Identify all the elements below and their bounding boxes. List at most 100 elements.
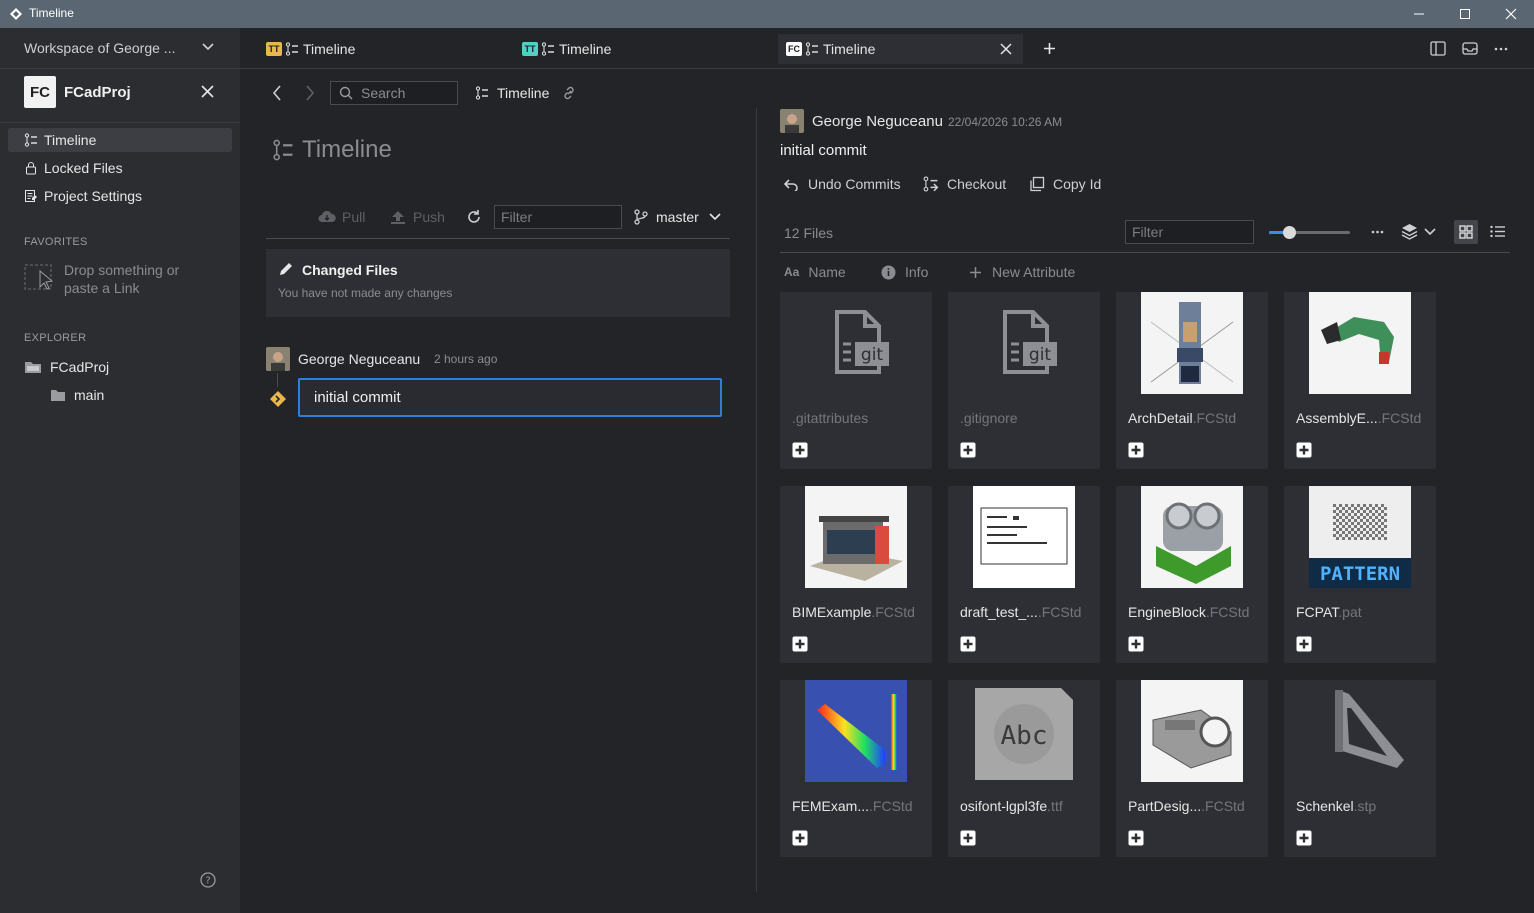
- file-card[interactable]: draft_test_....FCStd: [948, 486, 1100, 663]
- column-name[interactable]: Aa Name: [784, 264, 846, 280]
- file-extension: .gitignore: [960, 410, 1018, 426]
- explorer-item-main[interactable]: main: [50, 387, 104, 403]
- refresh-icon[interactable]: [466, 209, 482, 225]
- file-basename: BIMExample: [792, 604, 872, 620]
- commit-item-selected[interactable]: initial commit: [298, 378, 722, 417]
- file-filter-input[interactable]: Filter: [1125, 220, 1254, 244]
- workspace-selector[interactable]: Workspace of George ...: [24, 40, 175, 56]
- chevron-down-icon[interactable]: [202, 43, 214, 51]
- git-file-icon: git: [973, 292, 1075, 394]
- breadcrumb: Timeline: [475, 85, 577, 101]
- sidebar-item-locked-files[interactable]: Locked Files: [8, 156, 232, 180]
- tab-timeline-2[interactable]: TT Timeline: [522, 34, 772, 64]
- checkout-icon: [922, 176, 939, 192]
- file-basename: Schenkel: [1296, 798, 1354, 814]
- added-plus-icon: [1296, 830, 1312, 846]
- fem-thumbnail: [805, 680, 907, 782]
- forward-icon[interactable]: [305, 85, 315, 101]
- chevron-down-icon: [1424, 227, 1436, 236]
- file-card[interactable]: BIMExample.FCStd: [780, 486, 932, 663]
- changed-files-title: Changed Files: [302, 262, 398, 278]
- grid-view-icon[interactable]: [1454, 220, 1478, 244]
- file-extension: .gitattributes: [792, 410, 869, 426]
- file-basename: AssemblyE...: [1296, 410, 1378, 426]
- tab-label: Timeline: [303, 41, 356, 57]
- file-card[interactable]: Schenkel.stp: [1284, 680, 1436, 857]
- project-name[interactable]: FCadProj: [64, 84, 131, 101]
- pull-button[interactable]: Pull: [318, 209, 365, 225]
- file-card[interactable]: git .gitignore: [948, 292, 1100, 469]
- timeline-icon: [541, 42, 555, 56]
- file-card[interactable]: git .gitattributes: [780, 292, 932, 469]
- favorites-heading: FAVORITES: [24, 236, 88, 248]
- search-input[interactable]: Search: [330, 81, 458, 105]
- file-card[interactable]: PartDesig....FCStd: [1116, 680, 1268, 857]
- timeline-filter-input[interactable]: Filter: [494, 205, 622, 229]
- file-basename: FEMExam...: [792, 798, 870, 814]
- file-extension: .ttf: [1047, 798, 1063, 814]
- drop-hint[interactable]: Drop something or paste a Link: [64, 261, 214, 297]
- pencil-icon: [278, 261, 294, 277]
- back-icon[interactable]: [272, 85, 282, 101]
- maximize-button[interactable]: [1442, 0, 1488, 28]
- more-icon[interactable]: [1494, 47, 1508, 51]
- split-view-icon[interactable]: [1430, 41, 1446, 56]
- timeline-icon: [24, 132, 40, 148]
- upload-icon: [389, 210, 407, 224]
- file-card[interactable]: PATTERN FCPAT.pat: [1284, 486, 1436, 663]
- minimize-button[interactable]: [1396, 0, 1442, 28]
- svg-text:git: git: [861, 345, 884, 365]
- layers-dropdown[interactable]: [1401, 223, 1436, 240]
- new-attribute-button[interactable]: New Attribute: [969, 264, 1075, 280]
- file-card[interactable]: Abc osifont-lgpl3fe.ttf: [948, 680, 1100, 857]
- file-name: EngineBlock.FCStd: [1128, 604, 1249, 620]
- added-plus-icon: [1296, 442, 1312, 458]
- sidebar-item-label: Project Settings: [44, 188, 143, 204]
- detail-author: George Neguceanu: [812, 113, 943, 130]
- commit-author: George Neguceanu: [298, 351, 421, 367]
- zoom-slider-thumb[interactable]: [1283, 226, 1297, 239]
- timeline-icon: [475, 86, 489, 100]
- help-icon[interactable]: ?: [200, 872, 216, 888]
- added-plus-icon: [1128, 636, 1144, 652]
- pane-divider[interactable]: [756, 108, 757, 892]
- file-basename: FCPAT: [1296, 604, 1339, 620]
- file-card[interactable]: AssemblyE....FCStd: [1284, 292, 1436, 469]
- sidebar-item-timeline[interactable]: Timeline: [8, 128, 232, 152]
- sidebar-item-label: Timeline: [44, 132, 97, 148]
- commit-time: 2 hours ago: [434, 352, 498, 366]
- link-icon[interactable]: [561, 85, 577, 101]
- file-card[interactable]: EngineBlock.FCStd: [1116, 486, 1268, 663]
- file-name: draft_test_....FCStd: [960, 604, 1081, 620]
- undo-commits-button[interactable]: Undo Commits: [784, 176, 901, 192]
- file-extension: .FCStd: [1037, 604, 1082, 620]
- tab-timeline-3[interactable]: FC Timeline: [778, 34, 1023, 64]
- push-button[interactable]: Push: [389, 209, 445, 225]
- explorer-item-fcadproj[interactable]: FCadProj: [24, 359, 109, 375]
- list-view-icon[interactable]: [1490, 225, 1505, 238]
- changed-files-panel: Changed Files You have not made any chan…: [266, 249, 730, 317]
- file-card[interactable]: ArchDetail.FCStd: [1116, 292, 1268, 469]
- undo-icon: [784, 178, 799, 191]
- added-plus-icon: [1128, 830, 1144, 846]
- more-icon[interactable]: [1371, 230, 1384, 234]
- close-window-button[interactable]: [1488, 0, 1534, 28]
- file-card[interactable]: FEMExam....FCStd: [780, 680, 932, 857]
- layers-icon: [1401, 223, 1418, 240]
- new-tab-icon[interactable]: [1043, 42, 1056, 55]
- zoom-slider[interactable]: [1269, 226, 1350, 239]
- file-extension: .FCStd: [1205, 604, 1250, 620]
- sidebar-item-project-settings[interactable]: Project Settings: [8, 184, 232, 208]
- column-info[interactable]: Info: [881, 264, 928, 280]
- tab-timeline-1[interactable]: TT Timeline: [266, 34, 516, 64]
- close-project-icon[interactable]: [201, 85, 214, 98]
- copy-id-button[interactable]: Copy Id: [1029, 176, 1101, 192]
- timeline-icon: [285, 42, 299, 56]
- file-extension: .FCStd: [869, 798, 913, 814]
- project-logo: FC: [24, 76, 56, 108]
- file-extension: .FCStd: [1201, 798, 1245, 814]
- branch-selector[interactable]: master: [634, 209, 721, 225]
- inbox-icon[interactable]: [1462, 41, 1478, 56]
- close-tab-icon[interactable]: [1000, 43, 1012, 55]
- checkout-button[interactable]: Checkout: [922, 176, 1006, 192]
